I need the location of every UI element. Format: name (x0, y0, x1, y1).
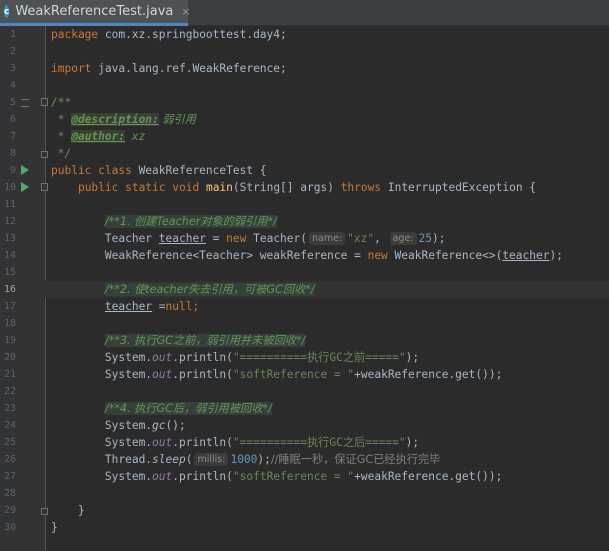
fold-marker-icon[interactable] (41, 183, 48, 191)
line-number: 2 (9, 46, 16, 57)
doc-comment: /**1. 创建Teacher对象的弱引用*/ (104, 215, 277, 228)
code-line: 22 (0, 383, 609, 400)
line-number: 28 (3, 488, 16, 499)
line-number: 1 (9, 29, 16, 40)
line-number: 5 (9, 97, 16, 108)
editor-tab-bar: c WeakReferenceTest.java × (0, 0, 609, 26)
code-line: 3 import java.lang.ref.WeakReference; (0, 60, 609, 77)
code-line: 17 teacher =null; (0, 298, 609, 315)
code-line: 8 */ (0, 145, 609, 162)
line-comment: //睡眠一秒，保证GC已经执行完毕 (270, 453, 441, 466)
line-number: 13 (3, 233, 16, 244)
java-class-icon: c (4, 5, 10, 18)
code-line: 26 Thread.sleep(millis: 1000);//睡眠一秒，保证GC… (0, 451, 609, 468)
line-number: 21 (3, 369, 16, 380)
line-number: 27 (3, 471, 16, 482)
line-number: 24 (3, 420, 16, 431)
file-tab-title: WeakReferenceTest.java (15, 4, 174, 19)
code-line: 24 System.gc(); (0, 417, 609, 434)
code-line: 4 (0, 77, 609, 94)
code-line: 30 } (0, 519, 609, 536)
line-number: 3 (9, 63, 16, 74)
code-line: 23 /**4. 执行GC后，弱引用被回收*/ (0, 400, 609, 417)
line-number: 19 (3, 335, 16, 346)
run-class-icon[interactable] (21, 165, 29, 175)
code-line: 27 System.out.println("softReference = "… (0, 468, 609, 485)
code-line: 10 public static void main(String[] args… (0, 179, 609, 196)
doc-comment: /** (51, 96, 72, 109)
param-hint: millis: (194, 453, 229, 466)
line-number: 30 (3, 522, 16, 533)
code-line: 1 package com.xz.springboottest.day4; (0, 26, 609, 43)
code-editor[interactable]: 1 package com.xz.springboottest.day4; 2 … (0, 26, 609, 551)
line-number: 16 (3, 284, 16, 295)
line-number: 14 (3, 250, 16, 261)
line-number: 8 (9, 148, 16, 159)
code-line: 6 * @description: 弱引用 (0, 111, 609, 128)
code-line: 18 (0, 315, 609, 332)
code-line: 13 Teacher teacher = new Teacher(name: "x… (0, 230, 609, 247)
code-line: 20 System.out.println("==========执行GC之前=… (0, 349, 609, 366)
param-hint: name: (309, 232, 346, 245)
code-line: 25 System.out.println("==========执行GC之后=… (0, 434, 609, 451)
doc-comment: /**3. 执行GC之前，弱引用并未被回收*/ (104, 334, 306, 347)
code-line: 11 (0, 196, 609, 213)
line-number: 9 (9, 165, 16, 176)
line-number: 4 (9, 80, 16, 91)
doc-comment: /**4. 执行GC后，弱引用被回收*/ (104, 402, 272, 415)
code-line: 29 } (0, 502, 609, 519)
fold-end-icon[interactable] (41, 151, 48, 158)
run-method-icon[interactable] (21, 182, 29, 192)
code-line: 28 (0, 485, 609, 502)
line-number: 23 (3, 403, 16, 414)
code-line: 21 System.out.println("softReference = "… (0, 366, 609, 383)
line-number: 7 (9, 131, 16, 142)
code-line: 5 /** (0, 94, 609, 111)
code-line: 15 (0, 264, 609, 281)
code-line: 14 WeakReference<Teacher> weakReference … (0, 247, 609, 264)
code-line: 9 public class WeakReferenceTest { (0, 162, 609, 179)
line-number: 12 (3, 216, 16, 227)
line-number: 18 (3, 318, 16, 329)
line-number: 15 (3, 267, 16, 278)
line-number: 17 (3, 301, 16, 312)
current-code-line: 16 /**2. 使teacher失去引用，可被GC回收*/ (0, 281, 609, 298)
line-number: 25 (3, 437, 16, 448)
line-number: 29 (3, 505, 16, 516)
close-icon[interactable]: × (181, 5, 190, 18)
code-line: 7 * @author: xz (0, 128, 609, 145)
file-tab[interactable]: c WeakReferenceTest.java × (0, 0, 191, 26)
code-line: 12 /**1. 创建Teacher对象的弱引用*/ (0, 213, 609, 230)
param-hint: age: (389, 232, 417, 245)
doc-list-icon (21, 99, 29, 107)
code-line: 2 (0, 43, 609, 60)
doc-comment: /**2. 使teacher失去引用，可被GC回收*/ (104, 283, 315, 296)
line-number: 6 (9, 114, 16, 125)
line-number: 22 (3, 386, 16, 397)
line-number: 20 (3, 352, 16, 363)
code-line: 19 /**3. 执行GC之前，弱引用并未被回收*/ (0, 332, 609, 349)
line-number: 10 (3, 182, 16, 193)
line-number: 11 (3, 199, 16, 210)
fold-marker-icon[interactable] (41, 98, 48, 106)
doc-tag: @description: (71, 113, 159, 126)
line-number: 26 (3, 454, 16, 465)
doc-tag: @author: (71, 130, 126, 143)
fold-end-icon[interactable] (41, 508, 48, 515)
